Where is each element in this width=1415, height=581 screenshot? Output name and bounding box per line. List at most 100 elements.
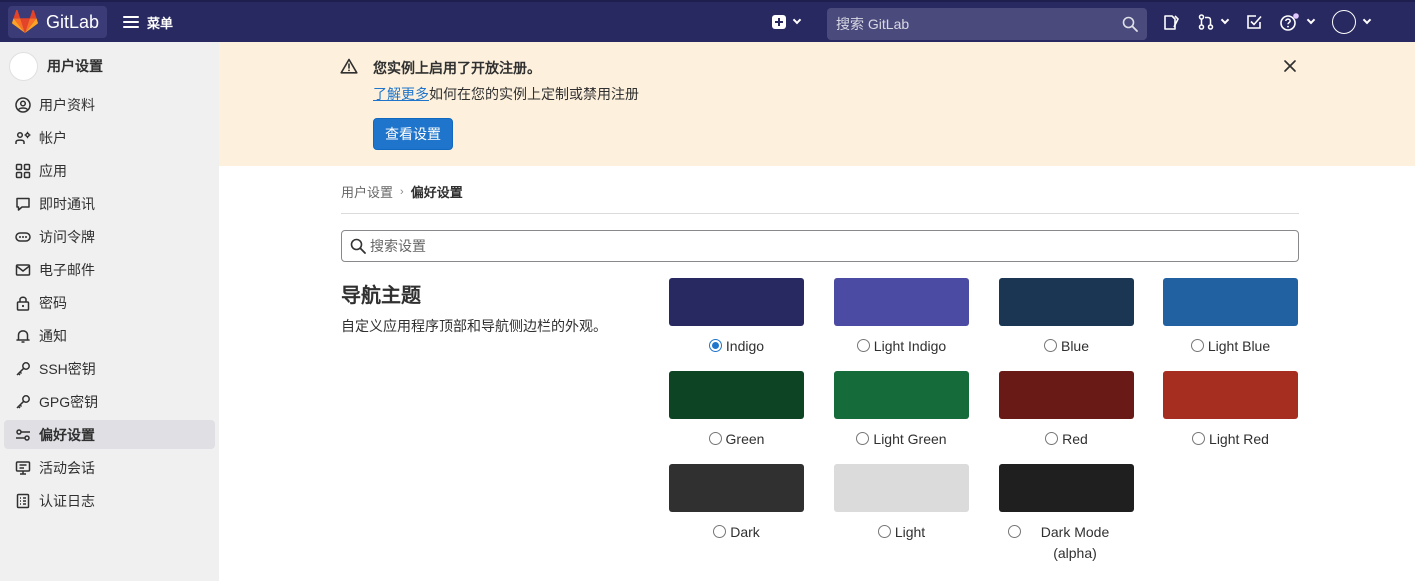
global-search-input[interactable]	[836, 16, 1106, 32]
view-settings-button[interactable]: 查看设置	[373, 118, 453, 150]
theme-radio[interactable]	[1043, 339, 1057, 352]
sidebar: 用户设置 用户资料 帐户 应用 即时通讯 访问令牌 电子邮件 密码 通知 SSH…	[0, 42, 219, 581]
learn-more-link[interactable]: 了解更多	[373, 86, 429, 102]
sidebar-item-applications[interactable]: 应用	[4, 156, 215, 185]
theme-option-light-indigo[interactable]: Light Indigo	[834, 278, 969, 357]
theme-swatch[interactable]	[669, 278, 804, 326]
sidebar-item-ssh-keys[interactable]: SSH密钥	[4, 354, 215, 383]
theme-swatch[interactable]	[834, 371, 969, 419]
theme-radio[interactable]	[1190, 339, 1204, 352]
theme-swatch[interactable]	[999, 464, 1134, 512]
theme-radio[interactable]	[713, 525, 727, 538]
theme-option-light-blue[interactable]: Light Blue	[1163, 278, 1298, 357]
theme-swatch[interactable]	[999, 371, 1134, 419]
theme-swatch[interactable]	[669, 464, 804, 512]
theme-radio[interactable]	[856, 432, 870, 445]
sidebar-item-label: 偏好设置	[39, 426, 95, 443]
issues-button[interactable]	[1163, 14, 1180, 31]
theme-radio-label[interactable]: Blue	[999, 336, 1134, 357]
sidebar-item-label: 通知	[39, 327, 67, 344]
theme-radio-label[interactable]: Light Indigo	[834, 336, 969, 357]
settings-search-input[interactable]	[370, 238, 1270, 254]
gitlab-home-link[interactable]: GitLab	[8, 6, 108, 38]
sidebar-item-label: 访问令牌	[39, 228, 95, 245]
theme-name: Indigo	[725, 338, 765, 354]
theme-radio-label[interactable]: Red	[999, 429, 1134, 450]
key-icon	[15, 361, 31, 377]
theme-radio-label[interactable]: Indigo	[669, 336, 804, 357]
preferences-icon	[15, 427, 31, 443]
theme-swatch[interactable]	[669, 371, 804, 419]
breadcrumb-parent-link[interactable]: 用户设置	[341, 182, 393, 201]
profile-icon	[15, 96, 31, 113]
new-dropdown-button[interactable]	[772, 15, 802, 29]
theme-option-light-green[interactable]: Light Green	[834, 371, 969, 450]
menu-label: 菜单	[147, 15, 174, 31]
brand-name: GitLab	[46, 11, 100, 32]
sidebar-item-notifications[interactable]: 通知	[4, 321, 215, 350]
theme-name: Light Green	[873, 431, 947, 447]
alert-body: 了解更多如何在您的实例上定制或禁用注册	[373, 84, 639, 104]
theme-swatch[interactable]	[834, 464, 969, 512]
theme-name: Light Blue	[1207, 338, 1271, 354]
theme-radio-label[interactable]: Light Blue	[1163, 336, 1298, 357]
theme-name: Light Red	[1209, 431, 1269, 447]
log-icon	[15, 493, 31, 509]
user-menu-button[interactable]	[1332, 10, 1372, 34]
theme-radio[interactable]	[856, 339, 870, 352]
sidebar-item-label: 电子邮件	[39, 261, 95, 278]
theme-option-indigo[interactable]: Indigo	[669, 278, 804, 357]
theme-option-dark-mode[interactable]: Dark Mode (alpha)	[999, 464, 1134, 564]
theme-radio-label[interactable]: Dark Mode (alpha)	[999, 522, 1134, 564]
theme-swatch[interactable]	[834, 278, 969, 326]
sidebar-nav: 用户资料 帐户 应用 即时通讯 访问令牌 电子邮件 密码 通知 SSH密钥 GP…	[0, 90, 219, 515]
theme-radio-label[interactable]: Light Green	[834, 429, 969, 450]
help-button[interactable]	[1280, 13, 1316, 31]
close-icon[interactable]	[1283, 59, 1297, 73]
theme-radio[interactable]	[1008, 525, 1021, 538]
theme-radio-label[interactable]: Light Red	[1163, 429, 1298, 450]
theme-radio[interactable]	[1045, 432, 1059, 445]
menu-button[interactable]: 菜单	[123, 13, 173, 32]
sidebar-title: 用户设置	[47, 58, 103, 74]
sidebar-item-preferences[interactable]: 偏好设置	[4, 420, 215, 449]
theme-radio-label[interactable]: Light	[834, 522, 969, 543]
sidebar-item-profile[interactable]: 用户资料	[4, 90, 215, 119]
sidebar-item-active-sessions[interactable]: 活动会话	[4, 453, 215, 482]
theme-name: Red	[1062, 431, 1088, 447]
sidebar-item-auth-log[interactable]: 认证日志	[4, 486, 215, 515]
theme-radio[interactable]	[1192, 432, 1206, 445]
theme-radio-label[interactable]: Green	[669, 429, 804, 450]
settings-search[interactable]	[341, 230, 1299, 262]
theme-option-light-red[interactable]: Light Red	[1163, 371, 1298, 450]
sidebar-header[interactable]: 用户设置	[0, 42, 219, 90]
theme-radio[interactable]	[708, 432, 722, 445]
open-registration-alert: 您实例上启用了开放注册。 了解更多如何在您的实例上定制或禁用注册 查看设置	[219, 42, 1415, 166]
sidebar-item-gpg-keys[interactable]: GPG密钥	[4, 387, 215, 416]
global-search[interactable]	[827, 8, 1147, 40]
theme-swatch[interactable]	[1163, 278, 1298, 326]
sidebar-item-password[interactable]: 密码	[4, 288, 215, 317]
theme-option-dark[interactable]: Dark	[669, 464, 804, 543]
todos-button[interactable]	[1246, 14, 1262, 30]
search-icon	[350, 238, 366, 254]
theme-option-blue[interactable]: Blue	[999, 278, 1134, 357]
key-icon	[15, 394, 31, 410]
theme-swatch[interactable]	[1163, 371, 1298, 419]
breadcrumb-current[interactable]: 偏好设置	[411, 182, 463, 201]
theme-option-red[interactable]: Red	[999, 371, 1134, 450]
theme-swatch[interactable]	[999, 278, 1134, 326]
theme-radio[interactable]	[708, 339, 722, 352]
sidebar-item-label: 即时通讯	[39, 195, 95, 212]
theme-option-light[interactable]: Light	[834, 464, 969, 543]
help-icon	[1280, 13, 1299, 31]
theme-radio-label[interactable]: Dark	[669, 522, 804, 543]
sidebar-item-account[interactable]: 帐户	[4, 123, 215, 152]
alert-title: 您实例上启用了开放注册。	[373, 60, 541, 76]
sidebar-item-access-tokens[interactable]: 访问令牌	[4, 222, 215, 251]
theme-option-green[interactable]: Green	[669, 371, 804, 450]
sidebar-item-chat[interactable]: 即时通讯	[4, 189, 215, 218]
sidebar-item-emails[interactable]: 电子邮件	[4, 255, 215, 284]
theme-radio[interactable]	[877, 525, 891, 538]
merge-requests-button[interactable]	[1198, 14, 1230, 30]
